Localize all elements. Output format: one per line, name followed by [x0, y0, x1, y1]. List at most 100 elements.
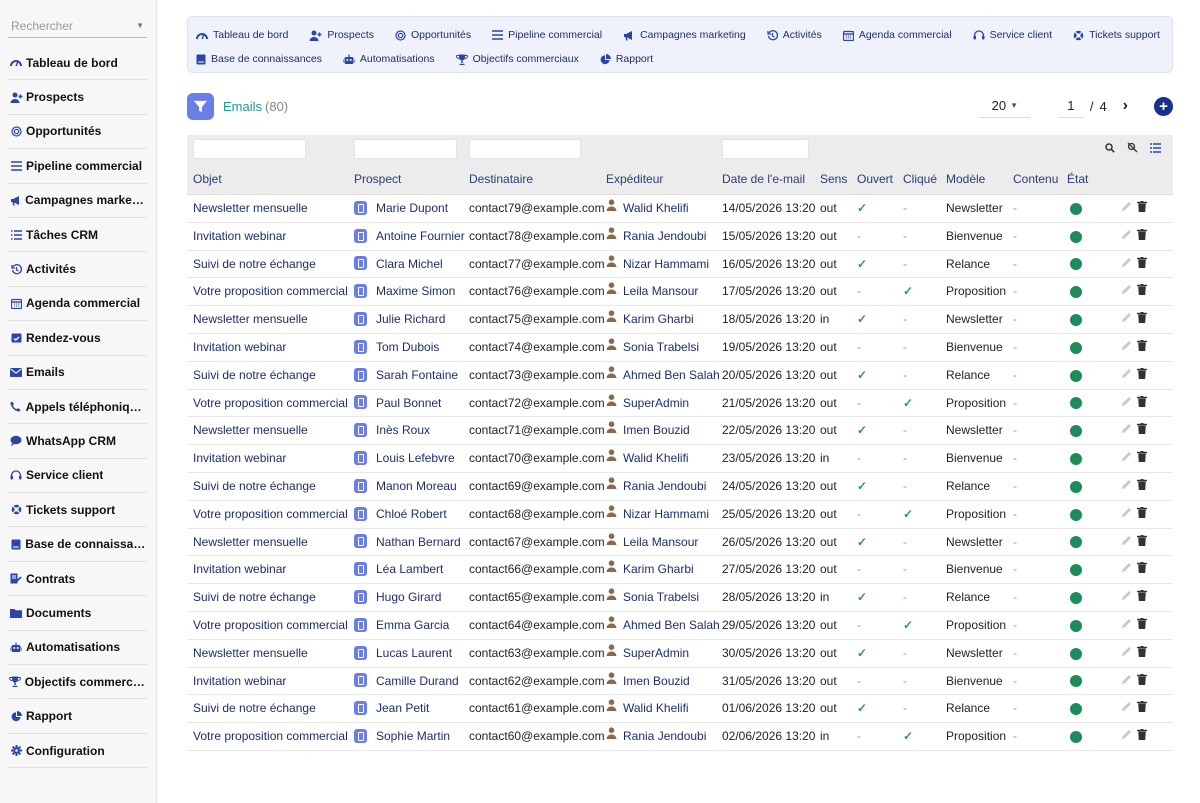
sender-cell[interactable]: Nizar Hammami — [606, 251, 720, 279]
edit-icon[interactable] — [1121, 195, 1132, 223]
delete-icon[interactable] — [1137, 501, 1147, 529]
email-subject-link[interactable]: Newsletter mensuelle — [193, 529, 348, 557]
search-select[interactable]: Rechercher ▼ — [8, 14, 147, 38]
sender-cell[interactable]: SuperAdmin — [606, 390, 720, 418]
column-header[interactable]: Prospect — [354, 164, 401, 195]
email-subject-link[interactable]: Newsletter mensuelle — [193, 306, 348, 334]
table-row[interactable]: Votre proposition commerciale Emma Garci… — [187, 612, 1173, 640]
email-subject-link[interactable]: Invitation webinar — [193, 556, 348, 584]
email-subject-link[interactable]: Suivi de notre échange — [193, 362, 348, 390]
edit-icon[interactable] — [1121, 529, 1132, 557]
edit-icon[interactable] — [1121, 473, 1132, 501]
delete-icon[interactable] — [1137, 473, 1147, 501]
edit-icon[interactable] — [1121, 223, 1132, 251]
prospect-cell[interactable]: Emma Garcia — [354, 612, 466, 640]
table-row[interactable]: Newsletter mensuelle Lucas Laurent conta… — [187, 640, 1173, 668]
prospect-cell[interactable]: Sarah Fontaine — [354, 362, 466, 390]
prospect-cell[interactable]: Jean Petit — [354, 695, 466, 723]
delete-icon[interactable] — [1137, 529, 1147, 557]
email-subject-link[interactable]: Votre proposition commerciale — [193, 278, 348, 306]
email-subject-link[interactable]: Votre proposition commerciale — [193, 612, 348, 640]
sender-cell[interactable]: Rania Jendoubi — [606, 223, 720, 251]
email-subject-link[interactable]: Votre proposition commerciale — [193, 501, 348, 529]
sidebar-item-list[interactable]: Pipeline commercial — [8, 149, 147, 184]
delete-icon[interactable] — [1137, 390, 1147, 418]
delete-icon[interactable] — [1137, 195, 1147, 223]
top-nav-item-robot[interactable]: Automatisations — [342, 53, 435, 65]
sender-cell[interactable]: Sonia Trabelsi — [606, 334, 720, 362]
edit-icon[interactable] — [1121, 584, 1132, 612]
top-nav-item-book[interactable]: Base de connaissances — [196, 53, 322, 65]
sender-cell[interactable]: Ahmed Ben Salah — [606, 362, 720, 390]
delete-icon[interactable] — [1137, 556, 1147, 584]
search-icon[interactable] — [1105, 142, 1115, 156]
table-row[interactable]: Votre proposition commerciale Chloé Robe… — [187, 501, 1173, 529]
top-nav-item-trophy[interactable]: Objectifs commerciaux — [455, 53, 579, 65]
sidebar-item-phone[interactable]: Appels téléphoniques — [8, 390, 147, 425]
delete-icon[interactable] — [1137, 612, 1147, 640]
prospect-cell[interactable]: Louis Lefebvre — [354, 445, 466, 473]
sidebar-item-envelope[interactable]: Emails — [8, 356, 147, 390]
prospect-cell[interactable]: Hugo Girard — [354, 584, 466, 612]
table-row[interactable]: Invitation webinar Antoine Fournier cont… — [187, 223, 1173, 251]
prospect-cell[interactable]: Marie Dupont — [354, 195, 466, 223]
edit-icon[interactable] — [1121, 251, 1132, 279]
delete-icon[interactable] — [1137, 445, 1147, 473]
sender-cell[interactable]: Karim Gharbi — [606, 306, 720, 334]
delete-icon[interactable] — [1137, 223, 1147, 251]
sender-cell[interactable]: Imen Bouzid — [606, 417, 720, 445]
prospect-cell[interactable]: Lucas Laurent — [354, 640, 466, 668]
prospect-cell[interactable]: Chloé Robert — [354, 501, 466, 529]
table-row[interactable]: Suivi de notre échange Jean Petit contac… — [187, 695, 1173, 724]
top-nav-item-target[interactable]: Opportunités — [395, 29, 471, 41]
filter-date[interactable] — [722, 139, 809, 159]
edit-icon[interactable] — [1121, 445, 1132, 473]
email-subject-link[interactable]: Votre proposition commerciale — [193, 390, 348, 418]
sender-cell[interactable]: Karim Gharbi — [606, 556, 720, 584]
edit-icon[interactable] — [1121, 362, 1132, 390]
edit-icon[interactable] — [1121, 668, 1132, 696]
prospect-cell[interactable]: Inès Roux — [354, 417, 466, 445]
sender-cell[interactable]: Walid Khelifi — [606, 695, 720, 723]
delete-icon[interactable] — [1137, 695, 1147, 723]
sender-cell[interactable]: Walid Khelifi — [606, 195, 720, 223]
email-subject-link[interactable]: Newsletter mensuelle — [193, 640, 348, 668]
sender-cell[interactable]: Leila Mansour — [606, 529, 720, 557]
per-page-select[interactable]: 20 ▼ — [978, 94, 1031, 118]
column-header[interactable]: Sens — [820, 164, 847, 195]
prospect-cell[interactable]: Camille Durand — [354, 668, 466, 696]
sidebar-item-calendar[interactable]: Agenda commercial — [8, 287, 147, 322]
table-row[interactable]: Invitation webinar Tom Dubois contact74@… — [187, 334, 1173, 362]
edit-icon[interactable] — [1121, 723, 1132, 751]
table-row[interactable]: Newsletter mensuelle Julie Richard conta… — [187, 306, 1173, 334]
delete-icon[interactable] — [1137, 278, 1147, 306]
sender-cell[interactable]: SuperAdmin — [606, 640, 720, 668]
filter-destinataire[interactable] — [469, 139, 581, 159]
edit-icon[interactable] — [1121, 640, 1132, 668]
table-row[interactable]: Suivi de notre échange Manon Moreau cont… — [187, 473, 1173, 501]
sender-cell[interactable]: Walid Khelifi — [606, 445, 720, 473]
prospect-cell[interactable]: Sophie Martin — [354, 723, 466, 751]
page-number-input[interactable]: 1 — [1057, 94, 1084, 118]
delete-icon[interactable] — [1137, 584, 1147, 612]
email-subject-link[interactable]: Invitation webinar — [193, 334, 348, 362]
prospect-cell[interactable]: Paul Bonnet — [354, 390, 466, 418]
sidebar-item-megaphone[interactable]: Campagnes marketing — [8, 184, 147, 218]
column-header[interactable]: Modèle — [946, 164, 985, 195]
column-header[interactable]: Cliqué — [903, 164, 937, 195]
sidebar-item-contract[interactable]: Contrats — [8, 562, 147, 597]
column-header[interactable]: État — [1067, 164, 1088, 195]
prospect-cell[interactable]: Antoine Fournier — [354, 223, 466, 251]
edit-icon[interactable] — [1121, 278, 1132, 306]
column-header[interactable]: Ouvert — [857, 164, 893, 195]
column-header[interactable]: Destinataire — [469, 164, 533, 195]
email-subject-link[interactable]: Suivi de notre échange — [193, 695, 348, 723]
table-row[interactable]: Newsletter mensuelle Nathan Bernard cont… — [187, 529, 1173, 557]
top-nav-item-list[interactable]: Pipeline commercial — [492, 29, 602, 41]
filter-objet[interactable] — [193, 139, 306, 159]
column-header[interactable]: Contenu — [1013, 164, 1058, 195]
table-row[interactable]: Suivi de notre échange Sarah Fontaine co… — [187, 362, 1173, 390]
email-subject-link[interactable]: Invitation webinar — [193, 668, 348, 696]
table-row[interactable]: Suivi de notre échange Hugo Girard conta… — [187, 584, 1173, 612]
sender-cell[interactable]: Rania Jendoubi — [606, 473, 720, 501]
